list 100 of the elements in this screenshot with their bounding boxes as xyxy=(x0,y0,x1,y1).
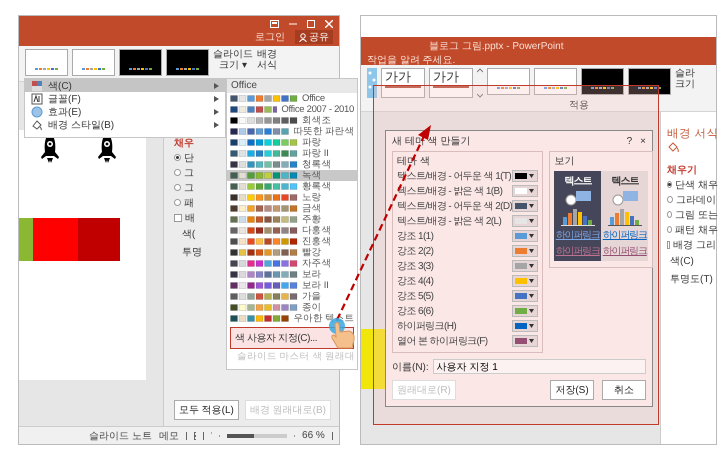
ribbon-button[interactable]: 슬라 크기 xyxy=(675,68,695,90)
checkbox-option[interactable]: 배경 그리 xyxy=(667,237,716,252)
caret-icon xyxy=(529,294,534,298)
palette-item[interactable]: 파랑 xyxy=(227,137,357,148)
color-swatches-icon xyxy=(230,304,298,311)
group-title: 테마 색 xyxy=(397,155,431,168)
color-swatch-icon xyxy=(31,80,43,92)
color-picker-button[interactable] xyxy=(512,230,538,242)
color-picker-button[interactable] xyxy=(512,200,538,212)
menu-item[interactable]: 효과(E) xyxy=(25,105,225,118)
caret-icon xyxy=(529,204,534,208)
color-picker-button[interactable] xyxy=(512,304,538,316)
group-title: 보기 xyxy=(554,155,576,168)
pane-button[interactable]: 모두 적용(L) xyxy=(174,400,239,420)
bar-segment xyxy=(78,218,120,261)
checkbox-option[interactable]: 배 xyxy=(174,210,195,225)
share-button[interactable]: 공유 xyxy=(295,30,333,44)
menu-item[interactable]: 색(C) xyxy=(25,79,225,92)
close-button[interactable]: × xyxy=(640,136,646,146)
menu-item[interactable]: 배경 스타일(B) xyxy=(25,118,225,131)
caret-icon xyxy=(214,96,219,102)
zoom-slider[interactable] xyxy=(227,434,288,438)
theme-thumbnail[interactable] xyxy=(581,68,624,95)
ribbon-button[interactable]: 슬라이드 크기 ▾ xyxy=(213,49,253,71)
caret-icon xyxy=(529,218,534,222)
color-picker-button[interactable] xyxy=(512,334,538,346)
theme-thumbnail[interactable] xyxy=(628,68,671,95)
theme-thumbnail[interactable] xyxy=(25,49,68,76)
variant-thumbnail[interactable]: 가가 xyxy=(381,68,425,98)
color-swatches-icon xyxy=(230,282,298,289)
palette-item[interactable]: 가을 xyxy=(227,291,357,302)
sign-in-link[interactable]: 로그인 xyxy=(255,30,285,44)
palette-item[interactable]: 진홍색 xyxy=(227,236,357,247)
palette-item[interactable]: 금색 xyxy=(227,203,357,214)
color-swatches-icon xyxy=(230,106,278,113)
pane-title: 배경 서식 xyxy=(667,126,716,141)
radio-option[interactable]: 패 xyxy=(174,195,194,210)
palette-item[interactable]: 빨강 xyxy=(227,247,357,258)
theme-thumbnail[interactable] xyxy=(72,49,115,76)
variant-thumbnail[interactable]: 가가 xyxy=(429,68,473,98)
group-label: 적용 xyxy=(569,99,589,112)
palette-item[interactable]: 주황 xyxy=(227,214,357,225)
palette-item[interactable]: 황록색 xyxy=(227,181,357,192)
notes-button[interactable]: 슬라이드 노트 xyxy=(89,428,152,442)
palette-item[interactable]: 노랑 xyxy=(227,192,357,203)
palette-item[interactable]: 자주색 xyxy=(227,258,357,269)
color-picker-button[interactable] xyxy=(512,244,538,256)
ribbon-display-icon xyxy=(270,20,279,28)
zoom-level[interactable]: 66 % xyxy=(302,430,325,441)
shapes-icon xyxy=(562,190,593,206)
palette-item[interactable]: 따뜻한 파란색 xyxy=(227,126,357,137)
radio-option[interactable]: 그림 또는 xyxy=(667,207,716,222)
color-picker-button[interactable] xyxy=(512,214,538,226)
ribbon-button[interactable]: 배경 서식 xyxy=(257,49,277,71)
name-field[interactable]: 사용자 지정 1 xyxy=(432,359,646,374)
palette-item[interactable]: 파랑 II xyxy=(227,148,357,159)
comments-button[interactable]: 메모 xyxy=(158,428,179,442)
palette-item[interactable]: 보라 II xyxy=(227,280,357,291)
color-label: 텍스트/배경 - 어두운 색 2(D) xyxy=(397,200,512,212)
color-picker-button[interactable] xyxy=(512,274,538,286)
radio-option[interactable]: 그라데이 xyxy=(667,192,716,207)
palette-item[interactable]: 보라 xyxy=(227,269,357,280)
color-picker-button[interactable] xyxy=(512,184,538,196)
theme-thumbnail[interactable] xyxy=(534,68,577,95)
caret-icon xyxy=(214,108,219,114)
color-picker-button[interactable] xyxy=(512,260,538,272)
color-swatches-icon xyxy=(230,293,298,300)
palette-item[interactable]: 다홍색 xyxy=(227,225,357,236)
palette-item[interactable]: 녹색 xyxy=(227,170,357,181)
radio-option[interactable]: 그 xyxy=(174,165,194,180)
theme-thumbnail[interactable] xyxy=(166,49,209,76)
menu-item[interactable]: 글꼴(F) xyxy=(25,92,225,105)
tell-me-field[interactable]: 작업을 알려 주세요. xyxy=(367,53,456,67)
palette-item[interactable]: 종이 xyxy=(227,302,357,313)
color-picker-button[interactable] xyxy=(512,320,538,332)
color-label: 강조 6(6) xyxy=(397,304,434,318)
color-picker-button[interactable] xyxy=(512,170,538,182)
color-swatches-icon xyxy=(230,205,298,212)
dialog-button[interactable]: 취소 xyxy=(602,380,646,400)
radio-option[interactable]: 단 xyxy=(174,150,194,165)
color-picker-button[interactable] xyxy=(512,290,538,302)
radio-option[interactable]: 단색 채우 xyxy=(667,177,716,192)
palette-item[interactable]: 청록색 xyxy=(227,159,357,170)
caret-icon xyxy=(529,264,534,268)
palette-item[interactable]: 회색조 xyxy=(227,115,357,126)
palette-item[interactable]: Office xyxy=(227,93,357,104)
help-button[interactable]: ? xyxy=(626,136,632,146)
radio-option[interactable]: 그 xyxy=(174,180,194,195)
caret-icon xyxy=(529,174,534,178)
bar-chart-icon xyxy=(560,208,595,226)
theme-thumbnail[interactable] xyxy=(119,49,162,76)
color-strip-icon xyxy=(385,85,421,88)
window-title: 블로그 그림.pptx - PowerPoint xyxy=(429,40,564,53)
palette-item[interactable]: Office 2007 - 2010 xyxy=(227,104,357,115)
caret-icon xyxy=(214,82,219,88)
color-label: 강조 5(5) xyxy=(397,290,434,302)
theme-thumbnail[interactable] xyxy=(487,68,530,95)
maximize-icon xyxy=(307,20,315,28)
dialog-button[interactable]: 저장(S) xyxy=(550,380,594,400)
radio-option[interactable]: 패턴 채우 xyxy=(667,222,716,237)
